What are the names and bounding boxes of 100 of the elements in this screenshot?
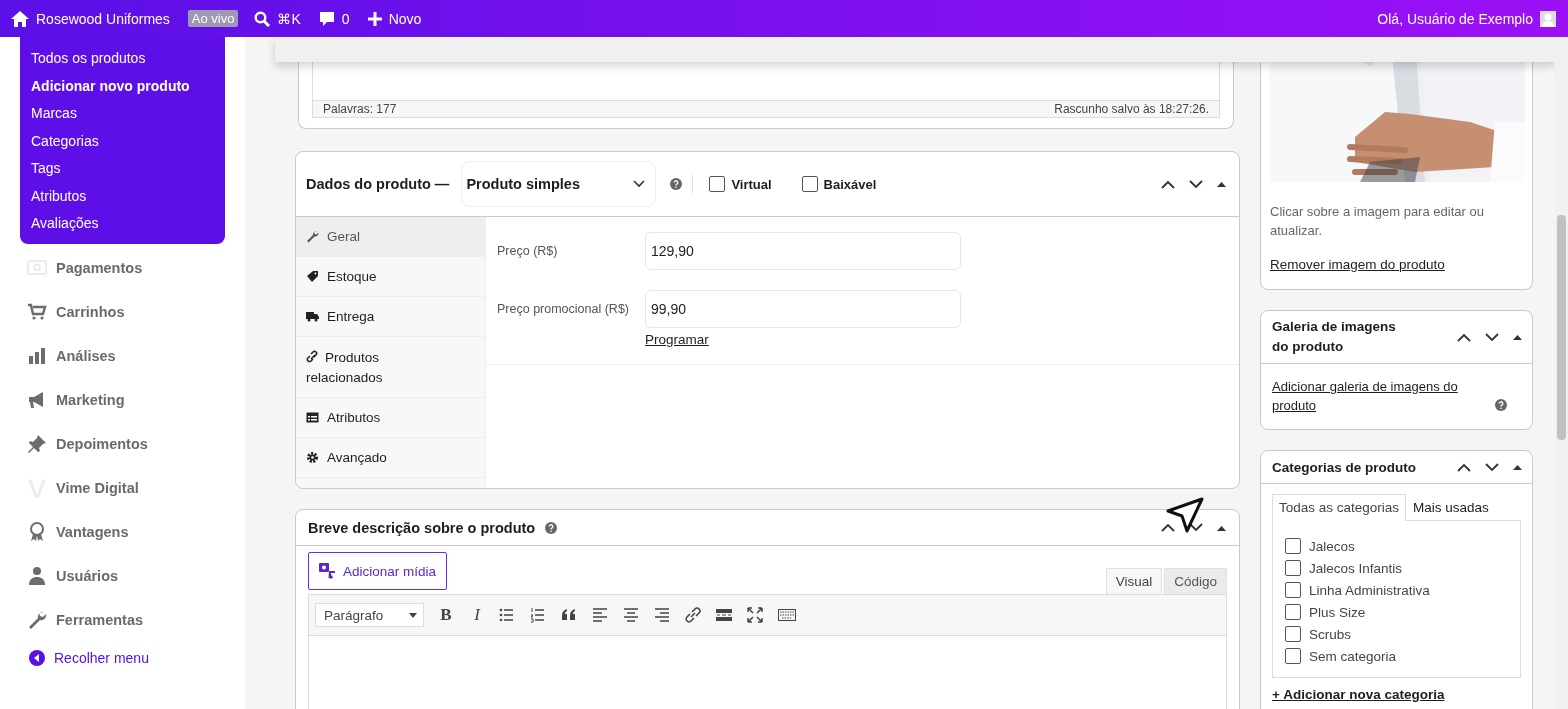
checkbox-label: Jalecos xyxy=(1309,538,1355,554)
chevron-up-icon xyxy=(1161,179,1175,189)
triangle-up-icon xyxy=(1513,334,1522,340)
checkbox[interactable] xyxy=(1285,604,1301,620)
scrollbar-thumb[interactable] xyxy=(1557,215,1566,440)
caret-down-icon xyxy=(633,180,646,188)
format-select[interactable]: Parágrafo xyxy=(315,603,424,627)
media-icon xyxy=(319,563,336,579)
field-label: Preço promocional (R$) xyxy=(497,302,630,316)
sidebar-item[interactable]: Análises xyxy=(0,345,116,366)
read-more-icon xyxy=(716,607,734,623)
chevron-down-icon xyxy=(1189,179,1203,189)
checkbox-label: Baixável xyxy=(823,176,877,192)
help-icon xyxy=(1495,399,1507,411)
italic-button[interactable]: I xyxy=(464,602,490,628)
truck-icon xyxy=(306,310,319,323)
product-data-tab[interactable]: Avançado xyxy=(296,438,485,478)
sidebar-item[interactable]: Marketing xyxy=(0,389,125,410)
triangle-up-icon xyxy=(1217,181,1226,187)
submenu-item[interactable]: Avaliações xyxy=(20,210,225,238)
product-data-tab[interactable]: Entrega xyxy=(296,297,485,337)
checkbox-label: Scrubs xyxy=(1309,626,1352,642)
panel-title: Dados do produto — xyxy=(306,176,450,192)
schedule-link[interactable]: Programar xyxy=(645,332,709,347)
panel-title: Categorias de produto xyxy=(1272,459,1416,475)
chevron-down-icon xyxy=(1485,332,1499,342)
checkbox[interactable] xyxy=(1285,582,1301,598)
submenu-item[interactable]: Todos os produtos xyxy=(20,45,225,73)
product-type-select[interactable]: Produto simples xyxy=(461,161,657,207)
checkbox[interactable] xyxy=(709,176,726,192)
money-icon xyxy=(27,257,47,278)
product-data-tab[interactable]: Produtos relacionados xyxy=(296,337,485,398)
add-category-link[interactable]: + Adicionar nova categoria xyxy=(1272,687,1445,702)
cart-icon xyxy=(27,301,47,322)
submenu-item[interactable]: Atributos xyxy=(20,182,225,210)
category-tab[interactable]: Todas as categorias xyxy=(1272,494,1407,521)
site-home-link[interactable]: Rosewood Uniformes xyxy=(11,10,170,27)
fullscreen-icon xyxy=(747,607,765,623)
checkbox-label: Virtual xyxy=(731,176,772,192)
sidebar-item[interactable]: Vime Digital xyxy=(0,477,139,498)
word-count: Palavras: 177 xyxy=(323,101,397,117)
collapse-menu-button[interactable]: Recolher menu xyxy=(0,649,245,666)
live-badge: Ao vivo xyxy=(187,10,239,27)
sidebar-item[interactable]: Usuários xyxy=(0,565,119,586)
submenu-item[interactable]: Tags xyxy=(20,155,225,183)
editor-tab[interactable]: Visual xyxy=(1105,568,1163,594)
sidebar-item[interactable]: Pagamentos xyxy=(0,257,143,278)
align-left-icon xyxy=(592,607,610,623)
table-icon xyxy=(306,411,319,424)
sidebar-item[interactable]: Depoimentos xyxy=(0,433,148,454)
submenu-item[interactable]: Adicionar novo produto xyxy=(20,72,225,100)
add-media-button[interactable]: Adicionar mídia xyxy=(308,552,448,590)
price-field[interactable]: 99,90 xyxy=(645,290,961,328)
new-button[interactable]: Novo xyxy=(367,10,422,27)
triangle-up-icon xyxy=(1513,464,1522,470)
wrench-icon xyxy=(306,230,319,243)
sidebar-item[interactable]: Carrinhos xyxy=(0,301,125,322)
product-data-tab[interactable]: Geral xyxy=(296,217,485,257)
remove-image-link[interactable]: Remover imagem do produto xyxy=(1270,257,1445,272)
link-icon xyxy=(685,607,703,623)
help-icon xyxy=(545,521,558,534)
bar-chart-icon xyxy=(27,345,47,366)
product-data-tab[interactable]: Estoque xyxy=(296,257,485,297)
checkbox[interactable] xyxy=(1285,648,1301,664)
checkbox-label: Sem categoria xyxy=(1309,648,1397,664)
price-field[interactable]: 129,90 xyxy=(645,232,961,270)
chevron-up-icon xyxy=(1457,332,1471,342)
link-icon xyxy=(306,350,319,363)
checkbox[interactable] xyxy=(1285,560,1301,576)
product-data-tab[interactable]: Atributos xyxy=(296,398,485,438)
search-button[interactable]: ⌘K xyxy=(254,10,301,27)
search-icon xyxy=(254,10,271,27)
checkbox-label: Plus Size xyxy=(1309,604,1366,620)
user-greeting[interactable]: Olá, Usuário de Exemplo xyxy=(1377,10,1556,27)
help-icon xyxy=(670,178,683,190)
add-gallery-link[interactable]: Adicionar galeria de imagens do produto xyxy=(1272,377,1487,415)
sidebar-item[interactable]: Vantagens xyxy=(0,521,129,542)
chevron-down-icon xyxy=(1485,462,1499,472)
checkbox-label: Jalecos Infantis xyxy=(1309,560,1403,576)
caret-down-icon xyxy=(409,612,417,618)
wrench-icon xyxy=(27,609,47,630)
checkbox[interactable] xyxy=(1285,538,1301,554)
align-right-icon xyxy=(654,607,672,623)
sidebar-item[interactable]: Ferramentas xyxy=(0,609,144,630)
checkbox[interactable] xyxy=(801,176,818,192)
comment-icon xyxy=(318,10,335,27)
submenu-item[interactable]: Marcas xyxy=(20,100,225,128)
field-label: Preço (R$) xyxy=(497,244,559,258)
checkbox[interactable] xyxy=(1285,626,1301,642)
user-icon xyxy=(27,565,47,586)
award-icon xyxy=(27,521,47,542)
chevron-up-icon xyxy=(1161,523,1175,532)
checkbox-label: Linha Administrativa xyxy=(1309,582,1430,598)
editor-tab[interactable]: Código xyxy=(1164,568,1227,594)
pin-icon xyxy=(27,433,47,454)
submenu-item[interactable]: Categorias xyxy=(20,127,225,155)
category-tab[interactable]: Mais usadas xyxy=(1406,494,1496,520)
panel-title: Breve descrição sobre o produto xyxy=(308,519,536,536)
comments-button[interactable]: 0 xyxy=(318,10,350,27)
bold-button[interactable]: B xyxy=(433,602,459,628)
